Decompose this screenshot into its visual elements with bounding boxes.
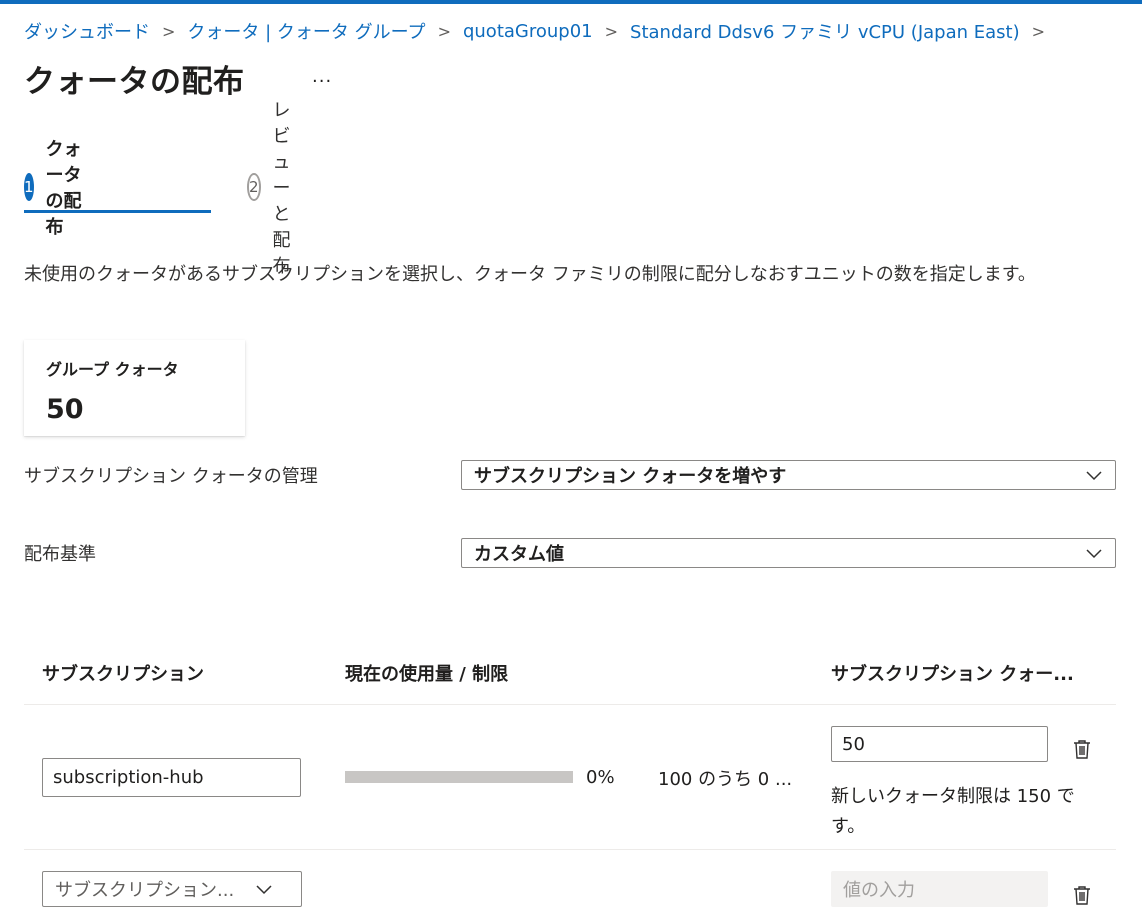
subscription-input[interactable] [42, 758, 301, 797]
chevron-right-icon: > [1031, 21, 1046, 41]
group-quota-value: 50 [46, 394, 84, 425]
distribution-basis-dropdown[interactable]: カスタム値 [461, 538, 1116, 568]
trash-icon[interactable] [1073, 885, 1091, 905]
breadcrumb-quota[interactable]: クォータ | クォータ グループ [187, 18, 425, 44]
group-quota-label: グループ クォータ [46, 360, 179, 379]
step-number: 1 [24, 173, 34, 201]
more-options-button[interactable]: ... [312, 66, 332, 87]
step-label: クォータの配布 [45, 139, 82, 238]
breadcrumb: ダッシュボード > クォータ | クォータ グループ > quotaGroup0… [24, 16, 1057, 46]
step-number: 2 [247, 173, 261, 201]
subscription-select-placeholder: サブスクリプション... [55, 880, 235, 901]
step-label: レビューと配布 [272, 100, 291, 277]
trash-icon[interactable] [1073, 739, 1091, 759]
group-quota-card: グループ クォータ 50 [24, 340, 245, 436]
column-header-subscription-quota[interactable]: サブスクリプション クォー... [831, 660, 1074, 686]
manage-quota-dropdown[interactable]: サブスクリプション クォータを増やす [461, 460, 1116, 490]
step-review[interactable]: 2 レビューと配布 [247, 100, 305, 277]
chevron-right-icon: > [437, 21, 451, 41]
chevron-right-icon: > [162, 21, 176, 41]
breadcrumb-dashboard[interactable]: ダッシュボード [24, 18, 150, 44]
manage-quota-label: サブスクリプション クォータの管理 [24, 466, 318, 487]
manage-quota-value: サブスクリプション クォータを増やす [474, 466, 787, 487]
page-title: クォータの配布 [24, 64, 245, 100]
chevron-down-icon [256, 885, 272, 895]
breadcrumb-quota-group[interactable]: quotaGroup01 [463, 21, 593, 42]
subscription-select-dropdown[interactable]: サブスクリプション... [42, 871, 302, 907]
chevron-down-icon [1086, 471, 1102, 481]
value-input-disabled: 値の入力 [831, 871, 1048, 907]
column-header-usage: 現在の使用量 / 制限 [345, 664, 509, 685]
distribution-basis-value: カスタム値 [474, 544, 564, 565]
table-divider [24, 704, 1116, 705]
distribution-basis-label: 配布基準 [24, 544, 96, 565]
table-divider [24, 849, 1116, 850]
top-accent-bar [0, 0, 1142, 4]
quota-value-input[interactable] [831, 726, 1048, 762]
page-description: 未使用のクォータがあるサブスクリプションを選択し、クォータ ファミリの制限に配分… [24, 264, 1036, 285]
active-step-indicator [24, 210, 211, 213]
column-header-subscription: サブスクリプション [42, 664, 204, 685]
new-limit-text: 新しいクォータ制限は 150 です。 [831, 786, 1075, 837]
usage-text: 100 のうち 0 ... [658, 769, 793, 790]
chevron-down-icon [1086, 549, 1102, 559]
usage-progress-bar [345, 771, 573, 783]
value-input-placeholder: 値の入力 [843, 880, 915, 901]
step-distribute[interactable]: 1 クォータの配布 [24, 139, 82, 238]
chevron-right-icon: > [604, 21, 619, 41]
breadcrumb-quota-family[interactable]: Standard Ddsv6 ファミリ vCPU (Japan East) [630, 18, 1020, 44]
usage-percent: 0% [586, 767, 615, 788]
